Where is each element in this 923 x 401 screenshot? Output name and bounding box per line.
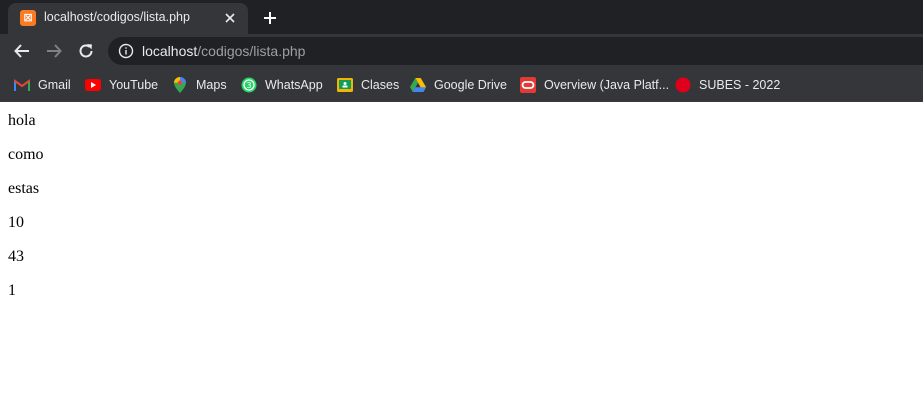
bookmark-label: YouTube [109, 78, 159, 92]
gmail-icon [14, 77, 30, 93]
youtube-icon [85, 77, 101, 93]
forward-arrow-icon[interactable] [42, 39, 66, 63]
toolbar: localhost/codigos/lista.php [0, 34, 923, 68]
address-bar[interactable]: localhost/codigos/lista.php [108, 37, 923, 65]
bookmark-subes-2022[interactable]: SUBES - 2022 [675, 76, 780, 94]
red-dot-icon [675, 77, 691, 93]
bookmark-youtube[interactable]: YouTube [85, 76, 158, 94]
bookmark-label: Maps [196, 78, 227, 92]
reload-icon[interactable] [74, 39, 98, 63]
url-path: /codigos/lista.php [197, 43, 306, 59]
drive-icon [410, 77, 426, 93]
output-line: hola [8, 112, 36, 129]
bookmark-maps[interactable]: Maps [172, 76, 227, 94]
whatsapp-icon: 3 [241, 77, 257, 93]
new-tab-plus-icon[interactable] [258, 6, 282, 30]
page-content: hola como estas 10 43 1 [0, 102, 923, 401]
tab-strip: ⊠ localhost/codigos/lista.php [0, 0, 923, 34]
bookmark-label: Gmail [38, 78, 71, 92]
url-host: localhost [142, 43, 198, 59]
output-line: 10 [8, 214, 24, 231]
output-line: 43 [8, 248, 24, 265]
svg-text:3: 3 [246, 81, 251, 90]
bookmark-whatsapp[interactable]: 3 WhatsApp [241, 76, 323, 94]
output-line: como [8, 146, 44, 163]
bookmark-clases[interactable]: Clases [337, 76, 399, 94]
bookmark-google-drive[interactable]: Google Drive [410, 76, 507, 94]
bookmark-gmail[interactable]: Gmail [14, 76, 71, 94]
bookmark-label: Overview (Java Platf... [544, 78, 670, 92]
back-arrow-icon[interactable] [10, 39, 34, 63]
tab-title: localhost/codigos/lista.php [44, 10, 190, 24]
bookmarks-bar: Gmail YouTube Maps 3 WhatsApp Clases Goo… [0, 68, 923, 102]
xampp-favicon-icon: ⊠ [20, 10, 36, 26]
classroom-icon [337, 77, 353, 93]
bookmark-label: WhatsApp [265, 78, 323, 92]
bookmark-label: Clases [361, 78, 400, 92]
info-icon[interactable] [118, 43, 134, 59]
close-icon[interactable] [220, 8, 240, 28]
output-line: estas [8, 180, 40, 197]
url-text: localhost/codigos/lista.php [142, 43, 305, 59]
maps-icon [172, 77, 188, 93]
bookmark-label: SUBES - 2022 [699, 78, 781, 92]
bookmark-java-overview[interactable]: Overview (Java Platf... [520, 76, 669, 94]
output-line: 1 [8, 282, 16, 299]
oracle-icon [520, 77, 536, 93]
bookmark-label: Google Drive [434, 78, 507, 92]
tab-lista-php[interactable]: ⊠ localhost/codigos/lista.php [8, 3, 248, 34]
